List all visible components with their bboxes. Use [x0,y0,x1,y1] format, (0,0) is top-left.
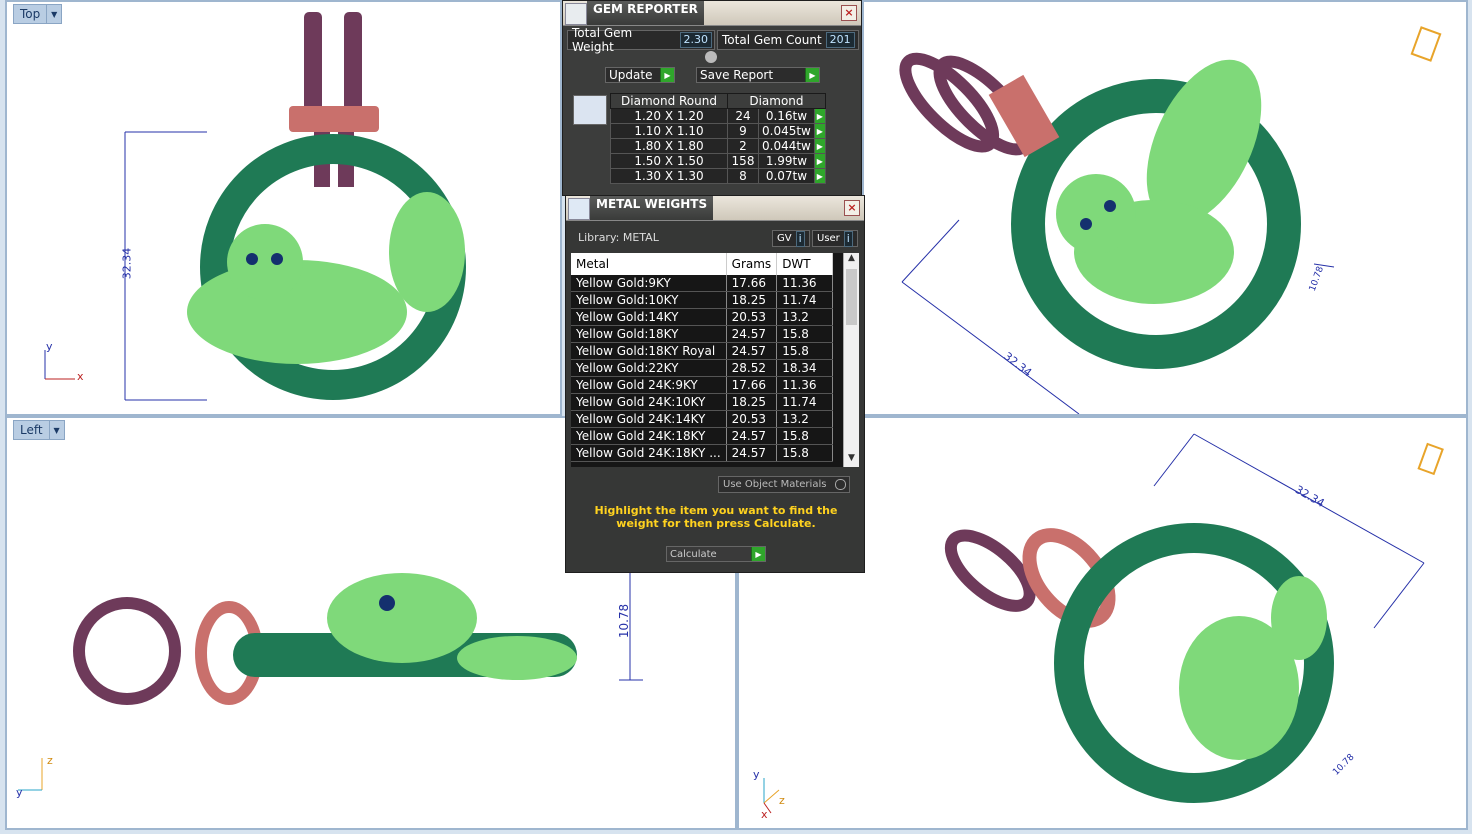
splitter-handle[interactable] [705,51,717,63]
scale-icon [568,198,590,220]
table-row[interactable]: Yellow Gold 24K:18KY ... 24.57 15.8 [571,444,834,462]
use-object-materials-toggle[interactable]: Use Object Materials [718,476,850,493]
table-row[interactable]: Yellow Gold 24K:14KY 20.53 13.2 [571,410,834,428]
total-gem-count-value: 201 [825,32,855,48]
table-row[interactable]: Yellow Gold:9KY 17.66 11.36 [571,275,834,292]
table-row[interactable]: Yellow Gold 24K:10KY 18.25 11.74 [571,393,834,411]
metal-col-grams[interactable]: Grams [726,253,778,275]
gem-reporter-title: GEM REPORTER [587,1,704,25]
close-icon[interactable]: × [844,200,860,216]
scroll-thumb[interactable] [846,269,857,325]
play-icon[interactable]: ▶ [813,153,826,169]
library-label: Library: METAL [578,231,659,244]
gem-reporter-icon [565,3,587,25]
play-icon: ▶ [660,68,674,82]
metal-col-metal[interactable]: Metal [571,253,727,275]
viewport-top[interactable]: Top ▼ 32.34 y x [5,0,562,416]
axis-y-label: y [16,786,23,799]
calculate-hint: Highlight the item you want to find the … [594,504,838,530]
total-gem-weight-field: Total Gem Weight 2.30 [567,26,715,54]
gem-table: Diamond Round Diamond 1.20 X 1.20 24 0.16t… [610,93,826,184]
metal-table-container: Metal Grams DWT Yellow Gold:9KY 17.66 11.3… [571,253,859,467]
axis-triad [44,350,75,380]
info-icon: i [795,230,805,247]
table-row[interactable]: Yellow Gold:18KY 24.57 15.8 [571,325,834,343]
info-icon: i [843,230,853,247]
metal-weights-titlebar[interactable]: METAL WEIGHTS × [566,196,864,221]
total-gem-count-field: Total Gem Count 201 [717,30,859,50]
gem-row[interactable]: 1.10 X 1.10 9 0.045tw ▶ [610,123,826,139]
gem-row[interactable]: 1.50 X 1.50 158 1.99tw ▶ [610,153,826,169]
metal-table: Metal Grams DWT Yellow Gold:9KY 17.66 11.3… [571,253,834,462]
viewport-perspective-top[interactable]: 32.34 10.78 [862,0,1468,416]
play-icon[interactable]: ▶ [813,168,826,184]
table-row[interactable]: Yellow Gold:22KY 28.52 18.34 [571,359,834,377]
gem-reporter-panel: GEM REPORTER × Total Gem Weight 2.30 Tot… [562,0,862,196]
calculate-button[interactable]: Calculate ▶ [666,546,766,562]
gem-reporter-titlebar[interactable]: GEM REPORTER × [563,1,861,26]
axis-x-label: x [761,808,768,821]
gv-toggle[interactable]: GV i [772,230,810,247]
play-icon: ▶ [805,68,819,82]
table-row[interactable]: Yellow Gold 24K:9KY 17.66 11.36 [571,376,834,394]
table-row[interactable]: Yellow Gold:10KY 18.25 11.74 [571,291,834,309]
table-row[interactable]: Yellow Gold 24K:18KY 24.57 15.8 [571,427,834,445]
metal-col-dwt[interactable]: DWT [776,253,834,275]
close-icon[interactable]: × [841,5,857,21]
play-icon: ▶ [751,547,765,561]
gem-row[interactable]: 1.80 X 1.80 2 0.044tw ▶ [610,138,826,154]
user-toggle[interactable]: User i [812,230,858,247]
total-gem-weight-value: 2.30 [679,32,712,48]
play-icon[interactable]: ▶ [813,108,826,124]
gem-col-round: Diamond Round [610,93,728,109]
left-dimension-label: 10.78 [617,603,632,639]
table-row[interactable]: Yellow Gold:14KY 20.53 13.2 [571,308,834,326]
radio-icon [835,479,846,490]
scroll-up-icon[interactable]: ▲ [844,253,859,267]
table-row[interactable]: Yellow Gold:18KY Royal 24.57 15.8 [571,342,834,360]
save-report-button[interactable]: Save Report ▶ [696,67,820,83]
metal-weights-panel: METAL WEIGHTS × Library: METAL GV i User i… [565,195,865,573]
scroll-down-icon[interactable]: ▼ [844,453,859,467]
gem-col-diamond: Diamond [727,93,826,109]
axis-y-label: y [753,768,760,781]
metal-weights-title: METAL WEIGHTS [590,196,714,220]
diamond-shape-icon [573,95,607,125]
axis-z-label: z [779,794,785,807]
play-icon[interactable]: ▶ [813,123,826,139]
perspective-top-model [899,26,1442,414]
top-dimension-label: 32.34 [120,247,134,280]
gem-row[interactable]: 1.30 X 1.30 8 0.07tw ▶ [610,168,826,184]
vertical-scrollbar[interactable]: ▲ ▼ [843,253,859,467]
play-icon[interactable]: ▶ [813,138,826,154]
gem-row[interactable]: 1.20 X 1.20 24 0.16tw ▶ [610,108,826,124]
axis-z-label: z [47,754,53,767]
update-button[interactable]: Update ▶ [605,67,675,83]
